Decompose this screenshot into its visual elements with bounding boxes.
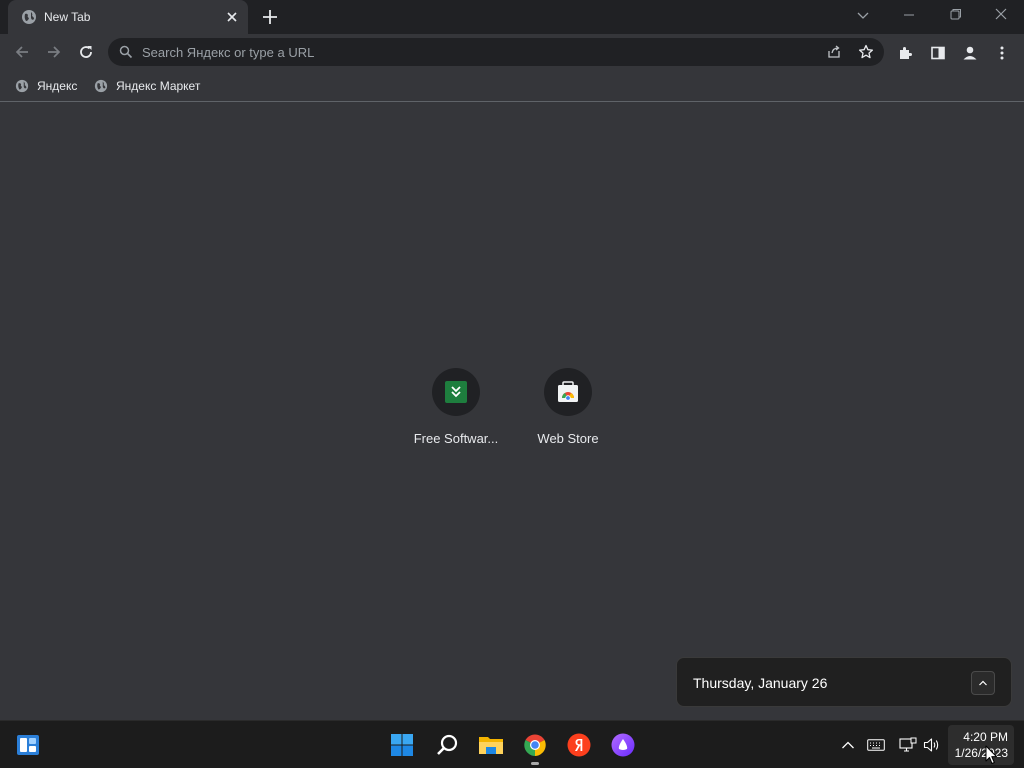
shortcut-free-software[interactable]: Free Softwar... bbox=[400, 368, 512, 446]
expand-calendar-button[interactable] bbox=[971, 671, 995, 695]
system-clock[interactable]: 4:20 PM 1/26/2023 bbox=[948, 725, 1014, 765]
show-hidden-icons-icon[interactable] bbox=[838, 735, 858, 755]
keyboard-icon[interactable] bbox=[866, 735, 886, 755]
tab-search-icon[interactable] bbox=[851, 5, 875, 25]
chevron-up-icon bbox=[979, 680, 987, 686]
close-icon[interactable] bbox=[989, 5, 1013, 25]
calendar-flyout: Thursday, January 26 bbox=[676, 657, 1012, 707]
tab-title: New Tab bbox=[44, 10, 91, 24]
minimize-icon[interactable] bbox=[897, 5, 921, 25]
shortcut-web-store[interactable]: Web Store bbox=[512, 368, 624, 446]
clock-date: 1/26/2023 bbox=[954, 746, 1008, 760]
alice-icon[interactable] bbox=[609, 731, 637, 759]
share-icon[interactable] bbox=[826, 44, 842, 60]
globe-icon bbox=[22, 10, 36, 24]
flyout-date: Thursday, January 26 bbox=[693, 675, 828, 691]
file-explorer-icon[interactable] bbox=[477, 731, 505, 759]
chrome-icon[interactable] bbox=[521, 731, 549, 759]
widgets-icon[interactable] bbox=[14, 731, 42, 759]
shortcut-label: Web Store bbox=[537, 431, 599, 446]
profile-icon[interactable] bbox=[961, 44, 979, 62]
search-icon bbox=[119, 45, 133, 59]
reload-icon[interactable] bbox=[74, 40, 98, 64]
tab-strip: New Tab bbox=[0, 0, 1024, 34]
active-app-indicator bbox=[531, 762, 539, 765]
download-app-icon bbox=[445, 381, 467, 403]
bookmark-label: Яндекс bbox=[37, 79, 78, 93]
clock-time: 4:20 PM bbox=[963, 730, 1008, 744]
bookmarks-bar: Яндекс Яндекс Маркет bbox=[0, 70, 1024, 102]
network-icon[interactable] bbox=[898, 735, 918, 755]
toolbar: Search Яндекс or type a URL bbox=[0, 34, 1024, 70]
omnibox-placeholder: Search Яндекс or type a URL bbox=[142, 45, 315, 60]
restore-icon[interactable] bbox=[943, 5, 967, 25]
menu-icon[interactable] bbox=[993, 44, 1011, 62]
yandex-browser-icon[interactable] bbox=[565, 731, 593, 759]
volume-icon[interactable] bbox=[922, 735, 942, 755]
bookmark-yandex[interactable]: Яндекс bbox=[15, 76, 77, 96]
search-icon[interactable] bbox=[433, 731, 461, 759]
side-panel-icon[interactable] bbox=[929, 44, 947, 62]
web-store-icon bbox=[558, 381, 578, 402]
shortcut-tile bbox=[432, 368, 480, 416]
omnibox[interactable]: Search Яндекс or type a URL bbox=[108, 38, 884, 66]
start-icon[interactable] bbox=[388, 731, 416, 759]
taskbar: 4:20 PM 1/26/2023 bbox=[0, 720, 1024, 768]
tab-new-tab[interactable]: New Tab bbox=[8, 0, 248, 34]
forward-icon[interactable] bbox=[42, 40, 66, 64]
extensions-icon[interactable] bbox=[897, 44, 915, 62]
bookmark-label: Яндекс Маркет bbox=[116, 79, 201, 93]
bookmark-star-icon[interactable] bbox=[858, 44, 874, 60]
globe-icon bbox=[94, 79, 108, 93]
tab-close-icon[interactable] bbox=[224, 9, 240, 25]
shortcut-label: Free Softwar... bbox=[413, 431, 499, 446]
back-icon[interactable] bbox=[10, 40, 34, 64]
new-tab-icon[interactable] bbox=[260, 7, 280, 27]
mouse-cursor-icon bbox=[985, 745, 997, 764]
shortcut-tile bbox=[544, 368, 592, 416]
globe-icon bbox=[15, 79, 29, 93]
bookmark-yandex-market[interactable]: Яндекс Маркет bbox=[94, 76, 200, 96]
